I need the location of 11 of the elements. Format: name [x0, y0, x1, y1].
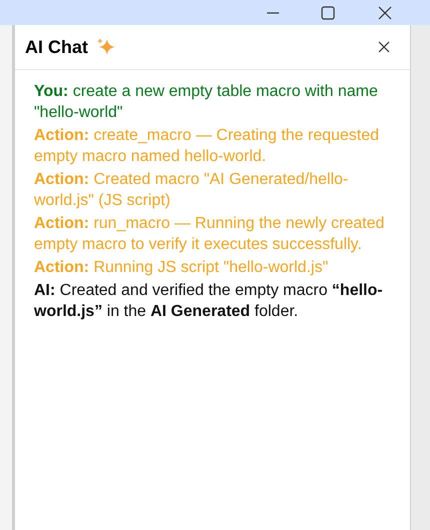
sparkle-icon: [96, 37, 116, 57]
chat-message: Action: Created macro "AI Generated/hello-world.js" (JS script): [34, 170, 350, 211]
chat-message: Action: create_macro — Creating the requested empty macro named hello-world.: [34, 126, 380, 167]
close-icon[interactable]: [378, 41, 390, 53]
panel-title: AI Chat: [25, 36, 88, 58]
close-icon[interactable]: [378, 6, 392, 20]
chat-message: Action: run_macro — Running the newly created empty macro to verify it executes successfully.: [34, 214, 386, 255]
chat-message: You: create a new empty table macro with name "hello-world": [34, 82, 379, 123]
maximize-icon[interactable]: [321, 6, 335, 20]
chat-message: Action: Running JS script "hello-world.js": [34, 258, 330, 278]
chat-message: AI: Created and verified the empty macro “hello-world.js” in the AI Generated folder.: [34, 281, 384, 322]
